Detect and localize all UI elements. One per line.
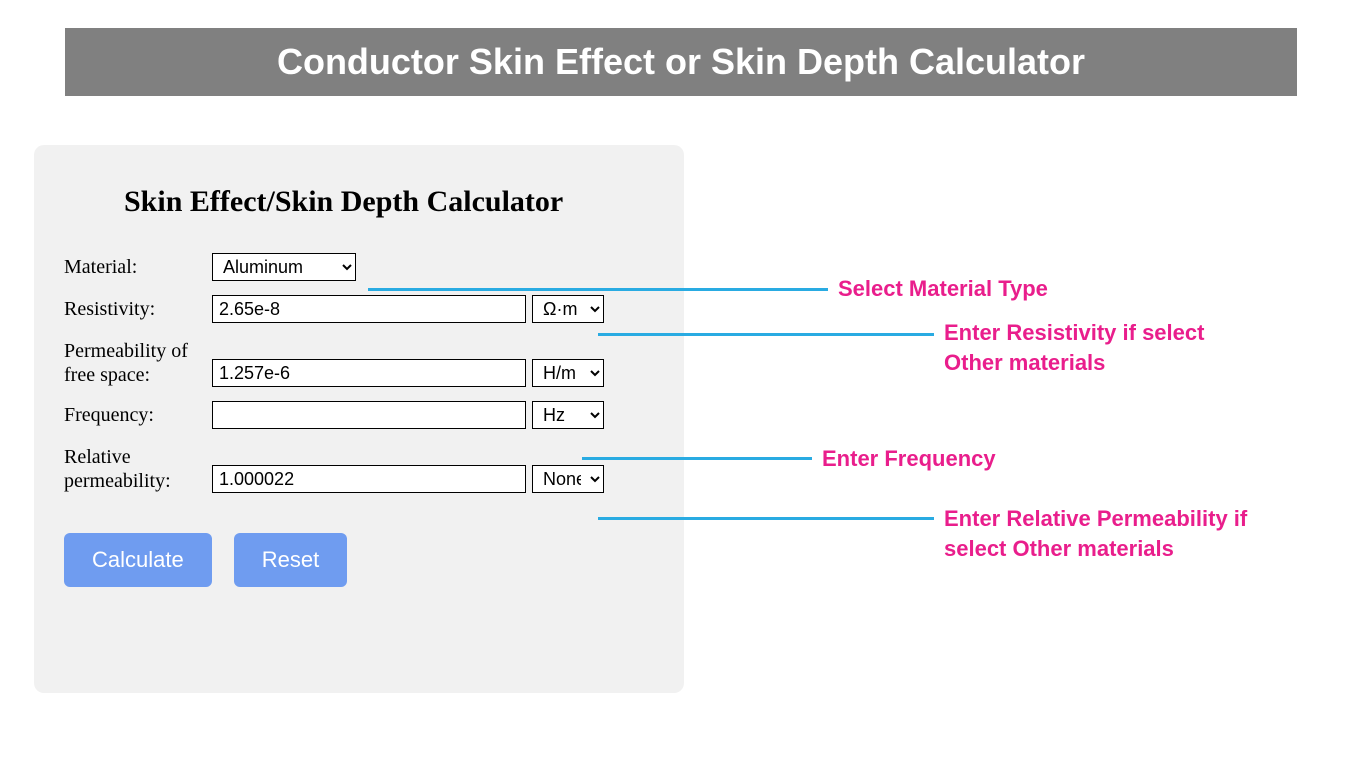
rel-perm-unit-select[interactable]: None — [532, 465, 604, 493]
resistivity-unit-select[interactable]: Ω·m — [532, 295, 604, 323]
page-banner: Conductor Skin Effect or Skin Depth Calc… — [65, 28, 1297, 96]
row-material: Material: Aluminum — [64, 253, 654, 281]
frequency-label: Frequency: — [64, 401, 212, 427]
frequency-input[interactable] — [212, 401, 526, 429]
annotation-rel-perm: Enter Relative Permeability if select Ot… — [944, 504, 1284, 563]
rel-perm-input[interactable] — [212, 465, 526, 493]
perm-free-unit-select[interactable]: H/m — [532, 359, 604, 387]
row-perm-free: Permeability of free space: H/m — [64, 337, 654, 387]
perm-free-input[interactable] — [212, 359, 526, 387]
annotation-material: Select Material Type — [838, 274, 1048, 304]
annotation-frequency: Enter Frequency — [822, 444, 996, 474]
banner-title: Conductor Skin Effect or Skin Depth Calc… — [277, 41, 1085, 83]
button-row: Calculate Reset — [64, 533, 654, 587]
material-label: Material: — [64, 253, 212, 279]
annotation-line-material — [368, 288, 828, 291]
row-frequency: Frequency: Hz — [64, 401, 654, 429]
annotation-line-rel-perm — [598, 517, 934, 520]
resistivity-label: Resistivity: — [64, 295, 212, 321]
row-rel-perm: Relative permeability: None — [64, 443, 654, 493]
card-title: Skin Effect/Skin Depth Calculator — [124, 185, 654, 219]
annotation-resistivity: Enter Resistivity if select Other materi… — [944, 318, 1254, 377]
rel-perm-label: Relative permeability: — [64, 443, 212, 493]
reset-button[interactable]: Reset — [234, 533, 347, 587]
material-select[interactable]: Aluminum — [212, 253, 356, 281]
annotation-line-resistivity — [598, 333, 934, 336]
resistivity-input[interactable] — [212, 295, 526, 323]
calculate-button[interactable]: Calculate — [64, 533, 212, 587]
calculator-card: Skin Effect/Skin Depth Calculator Materi… — [34, 145, 684, 693]
perm-free-label: Permeability of free space: — [64, 337, 212, 387]
row-resistivity: Resistivity: Ω·m — [64, 295, 654, 323]
annotation-line-frequency — [582, 457, 812, 460]
frequency-unit-select[interactable]: Hz — [532, 401, 604, 429]
